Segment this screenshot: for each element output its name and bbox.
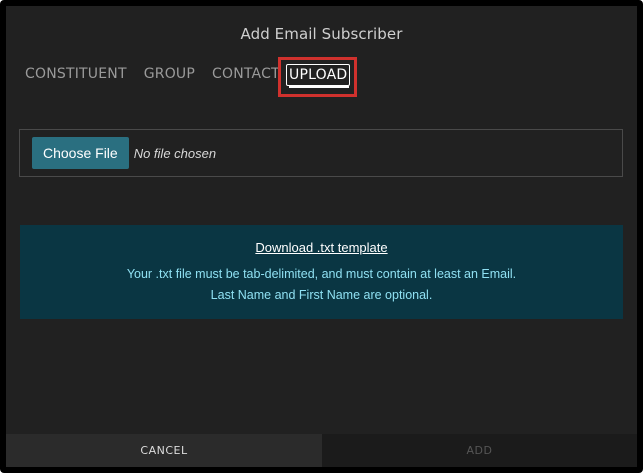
add-email-subscriber-dialog: Add Email Subscriber CONSTITUENT GROUP C… [5,5,638,468]
cancel-button[interactable]: CANCEL [6,434,322,467]
tab-contact[interactable]: CONTACT [212,64,280,84]
tab-constituent[interactable]: CONSTITUENT [25,64,127,84]
info-line-2: Last Name and First Name are optional. [210,288,433,302]
dialog-footer: CANCEL ADD [6,434,637,467]
upload-info-panel: Download .txt template Your .txt file mu… [20,225,623,319]
info-text: Your .txt file must be tab-delimited, an… [20,264,623,306]
tab-bar: CONSTITUENT GROUP CONTACT [25,64,297,84]
active-tab-underline [289,86,349,88]
window-frame: Add Email Subscriber CONSTITUENT GROUP C… [0,0,643,473]
dialog-title: Add Email Subscriber [240,25,403,43]
download-template-link[interactable]: Download .txt template [255,240,387,255]
tab-upload[interactable]: UPLOAD [286,64,351,86]
info-line-1: Your .txt file must be tab-delimited, an… [126,267,517,281]
file-status-text: No file chosen [133,145,217,161]
add-button[interactable]: ADD [322,434,637,467]
choose-file-button[interactable]: Choose File [32,137,129,169]
tab-group[interactable]: GROUP [144,64,195,84]
file-upload-box: Choose File No file chosen [19,129,623,177]
